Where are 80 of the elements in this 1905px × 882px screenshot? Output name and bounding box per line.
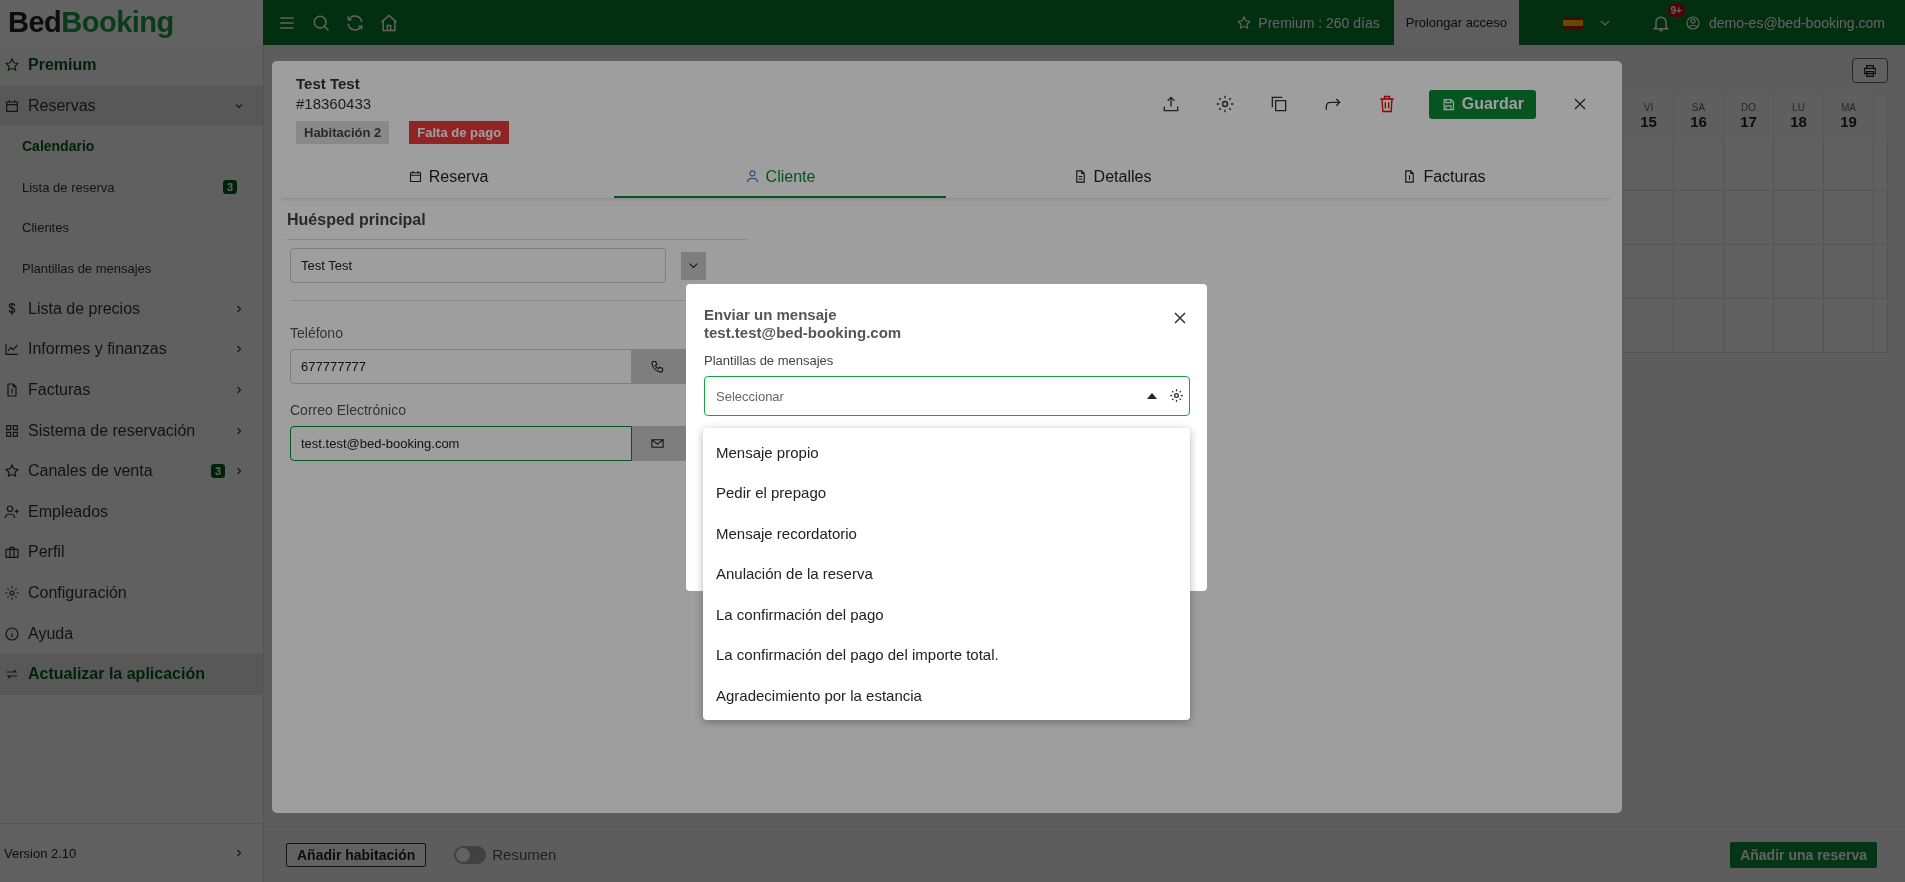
sidebar-item[interactable]: Sistema de reservación (0, 410, 263, 451)
phone-field[interactable]: 677777777 (290, 349, 632, 384)
sidebar-item[interactable]: Canales de venta 3 (0, 450, 263, 492)
booking-number: #18360433 (296, 95, 373, 112)
sidebar-item[interactable]: Empleados (0, 491, 263, 533)
phone-icon (649, 359, 665, 374)
settings-icon[interactable] (1169, 388, 1184, 403)
flag-icon[interactable] (1562, 16, 1583, 29)
logo: BedBooking (8, 6, 174, 39)
user-plus-icon (4, 503, 20, 520)
section-title: Huésped principal (287, 211, 747, 240)
sidebar-item[interactable]: Premium (0, 45, 263, 86)
grid-icon (4, 422, 20, 439)
sidebar-item[interactable]: Actualizar la aplicación (0, 653, 263, 695)
mail-icon (649, 436, 665, 451)
template-select[interactable]: Seleccionar (704, 376, 1190, 416)
option-item[interactable]: La confirmación del pago del importe total. (703, 634, 1190, 675)
info-icon (4, 625, 20, 642)
status-tag: Habitación 2 (296, 121, 390, 144)
dropdown-button[interactable] (681, 251, 706, 280)
star-icon (1236, 14, 1253, 31)
notification-badge: 9+ (1667, 3, 1685, 17)
save-icon (1440, 96, 1456, 112)
summary-toggle[interactable] (454, 845, 487, 864)
sidebar-subitem[interactable]: Calendario (0, 126, 263, 167)
caret-up-icon (1147, 393, 1157, 399)
mail-button[interactable] (632, 426, 682, 461)
tab[interactable]: Cliente (614, 157, 946, 198)
user-email[interactable]: demo-es@bed-booking.com (1708, 14, 1885, 31)
briefcase-icon (4, 544, 20, 561)
tab[interactable]: Facturas (1278, 157, 1610, 198)
guest-name: Test Test (296, 75, 361, 92)
option-item[interactable]: Anulación de la reserva (703, 553, 1190, 594)
call-button[interactable] (632, 349, 682, 384)
prolong-access-button[interactable]: Prolongar acceso (1393, 0, 1519, 45)
user-icon[interactable] (1684, 14, 1701, 31)
option-item[interactable]: Mensaje recordatorio (703, 513, 1190, 554)
star-icon (4, 463, 20, 480)
version-row[interactable]: Version 2.10 (0, 823, 263, 882)
sidebar-item[interactable]: Facturas (0, 369, 263, 411)
sidebar-item[interactable]: Reservas (0, 85, 263, 127)
add-booking-button[interactable]: Añadir una reserva (1730, 841, 1877, 868)
summary-label: Resumen (492, 846, 557, 863)
dialog-title: Enviar un mensaje (704, 306, 838, 324)
add-room-button[interactable]: Añadir habitación (286, 842, 427, 867)
document-icon (4, 382, 20, 399)
guest-field[interactable]: Test Test (290, 248, 666, 283)
settings-icon (4, 585, 20, 601)
option-item[interactable]: Pedir el prepago (703, 472, 1190, 513)
tab[interactable]: Reserva (282, 157, 614, 198)
count-badge: 3 (210, 464, 225, 479)
save-button[interactable]: Guardar (1428, 89, 1536, 119)
count-badge: 3 (222, 180, 237, 195)
option-item[interactable]: Mensaje propio (703, 432, 1190, 473)
chart-icon (4, 341, 20, 358)
user-icon (744, 169, 760, 184)
star-icon (4, 57, 20, 74)
status-tag: Falta de pago (409, 121, 510, 144)
sidebar-item[interactable]: Perfil (0, 532, 263, 573)
print-button[interactable] (1852, 58, 1888, 83)
sidebar-item[interactable]: Lista de precios (0, 288, 263, 330)
tab[interactable]: Detalles (946, 157, 1278, 198)
home-icon[interactable] (379, 12, 399, 33)
sidebar-subitem[interactable]: Plantillas de mensajes (0, 247, 263, 289)
calendar-icon (407, 169, 423, 184)
sidebar-subitem[interactable]: Lista de reserva 3 (0, 166, 263, 208)
premium-status: Premium : 260 días (1258, 14, 1380, 31)
sidebar-item[interactable]: Ayuda (0, 613, 263, 654)
printer-icon (1862, 62, 1878, 79)
recipient-email: test.test@bed-booking.com (704, 324, 903, 342)
option-item[interactable]: Agradecimiento por la estancia (703, 675, 1190, 716)
sidebar-item[interactable]: Informes y finanzas (0, 329, 263, 370)
refresh-icon[interactable] (345, 12, 365, 33)
email-field[interactable]: test.test@bed-booking.com (290, 426, 632, 461)
sidebar-item[interactable]: Configuración (0, 572, 263, 614)
option-item[interactable]: La confirmación del pago (703, 594, 1190, 635)
field-label: Correo Electrónico (290, 402, 407, 418)
calendar-icon (4, 97, 20, 114)
sidebar-subitem[interactable]: Clientes (0, 207, 263, 248)
field-label: Plantillas de mensajes (704, 353, 835, 368)
